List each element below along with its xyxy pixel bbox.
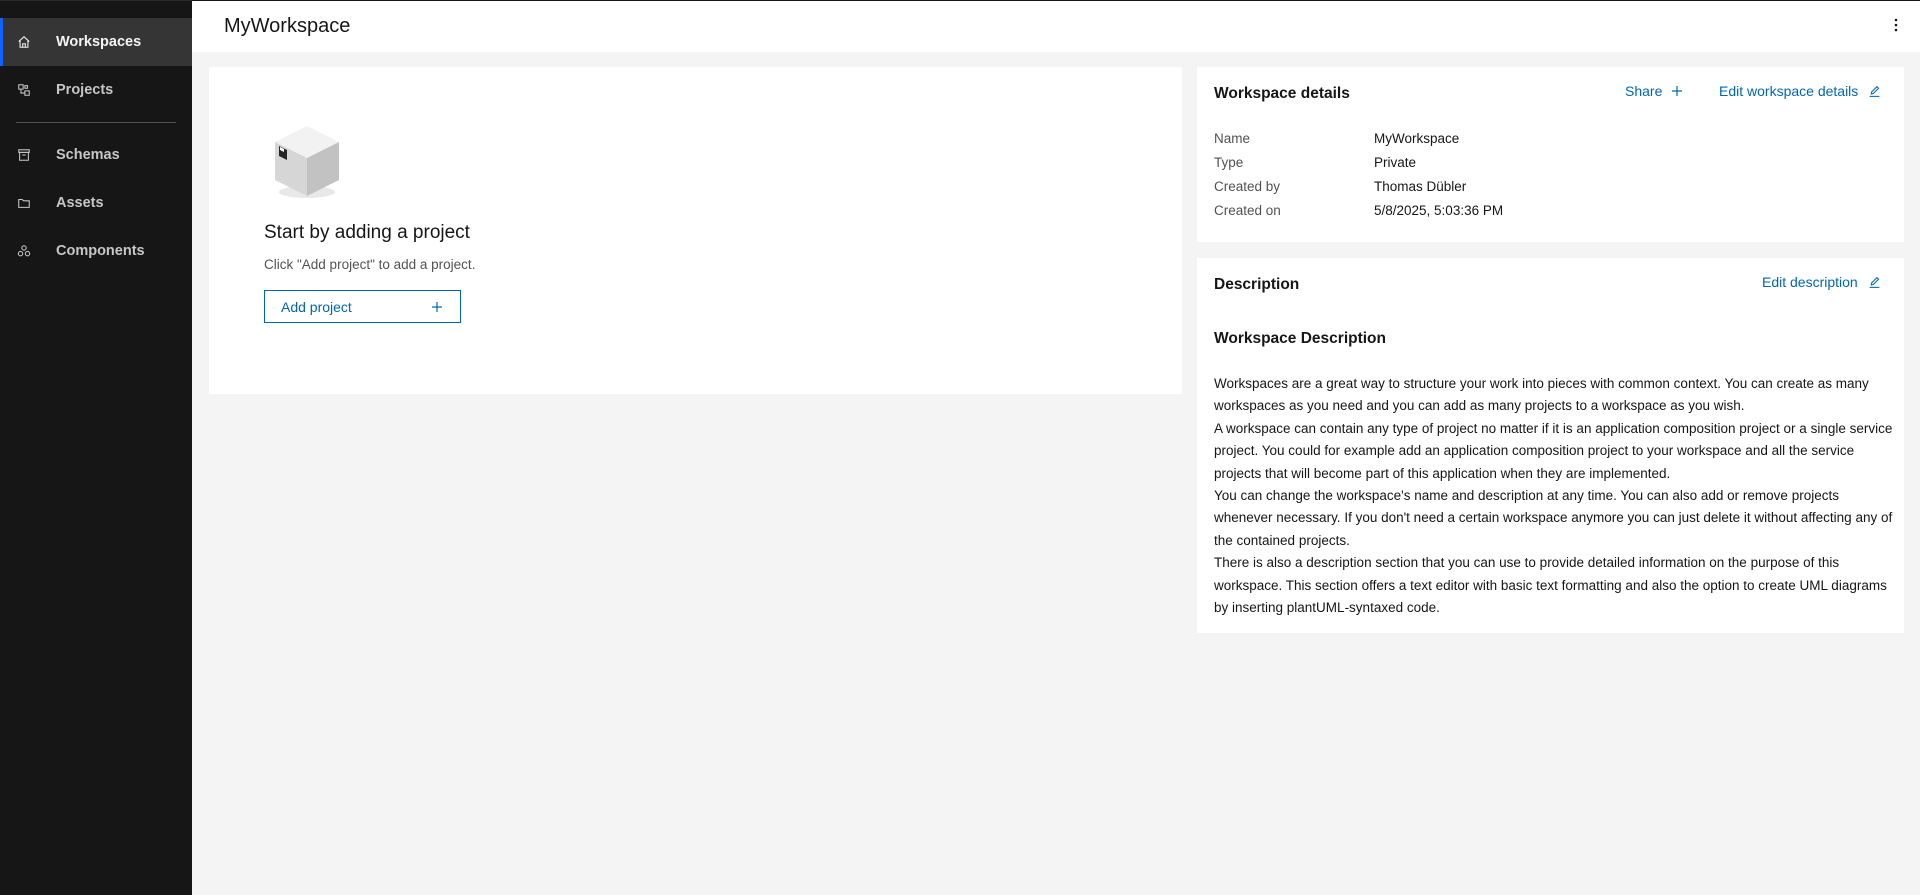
description-paragraph: Workspaces are a great way to structure … [1214, 376, 1869, 414]
edit-description-button[interactable]: Edit description [1762, 274, 1881, 290]
edit-icon [1868, 85, 1881, 98]
overflow-menu-vertical-icon [1894, 18, 1898, 37]
detail-label: Created on [1214, 203, 1281, 218]
add-project-button[interactable]: Add project [264, 290, 461, 323]
detail-label: Name [1214, 131, 1251, 146]
sidebar-item-label: Schemas [56, 147, 120, 163]
description-card: Description Edit description Workspace D… [1197, 258, 1904, 633]
sidebar-item-workspaces[interactable]: Workspaces [0, 18, 192, 66]
projects-icon [16, 82, 32, 98]
description-paragraph: A workspace can contain any type of proj… [1214, 420, 1893, 481]
folder-icon [16, 195, 32, 211]
sidebar-item-label: Assets [56, 195, 104, 211]
schemas-icon [16, 147, 32, 163]
overflow-menu-button[interactable] [1884, 15, 1908, 39]
components-icon [16, 243, 32, 259]
page-header: MyWorkspace [192, 0, 1920, 52]
empty-state-title: Start by adding a project [264, 222, 470, 243]
detail-label: Type [1214, 155, 1244, 170]
edit-workspace-details-label: Edit workspace details [1719, 83, 1859, 99]
home-icon [16, 34, 32, 50]
detail-value: Private [1374, 155, 1417, 170]
share-button[interactable]: Share [1625, 83, 1683, 99]
workspace-details-title: Workspace details [1214, 85, 1350, 102]
description-body: Workspaces are a great way to structure … [1214, 373, 1894, 619]
sidebar-item-components[interactable]: Components [0, 227, 192, 275]
workspace-details-card: Workspace details Share Edit workspace d… [1197, 67, 1904, 242]
add-project-label: Add project [281, 298, 352, 315]
detail-value: Thomas Dübler [1374, 179, 1467, 194]
sidebar-item-projects[interactable]: Projects [0, 66, 192, 114]
description-heading: Workspace Description [1214, 330, 1386, 347]
nav-divider [16, 122, 176, 123]
empty-state-subtitle: Click "Add project" to add a project. [264, 257, 476, 272]
plus-icon [432, 299, 442, 315]
edit-workspace-details-button[interactable]: Edit workspace details [1719, 83, 1881, 99]
detail-label: Created by [1214, 179, 1281, 194]
sidebar-item-label: Projects [56, 82, 114, 98]
share-label: Share [1625, 83, 1663, 99]
detail-value: MyWorkspace [1374, 131, 1460, 146]
edit-icon [1868, 276, 1881, 289]
side-nav: Workspaces Projects Schemas Assets Compo… [0, 0, 192, 895]
sidebar-item-assets[interactable]: Assets [0, 179, 192, 227]
detail-value: 5/8/2025, 5:03:36 PM [1374, 203, 1504, 218]
sidebar-item-label: Workspaces [56, 34, 142, 50]
box-icon [271, 122, 343, 202]
page-title: MyWorkspace [224, 15, 351, 37]
edit-description-label: Edit description [1762, 274, 1858, 290]
description-title: Description [1214, 276, 1300, 293]
sidebar-item-label: Components [56, 243, 145, 259]
plus-icon [1672, 86, 1683, 96]
description-paragraph: You can change the workspace's name and … [1214, 488, 1893, 548]
sidebar-item-schemas[interactable]: Schemas [0, 131, 192, 179]
projects-empty-state: Start by adding a project Click "Add pro… [209, 67, 1182, 394]
description-paragraph: There is also a description section that… [1214, 555, 1887, 616]
